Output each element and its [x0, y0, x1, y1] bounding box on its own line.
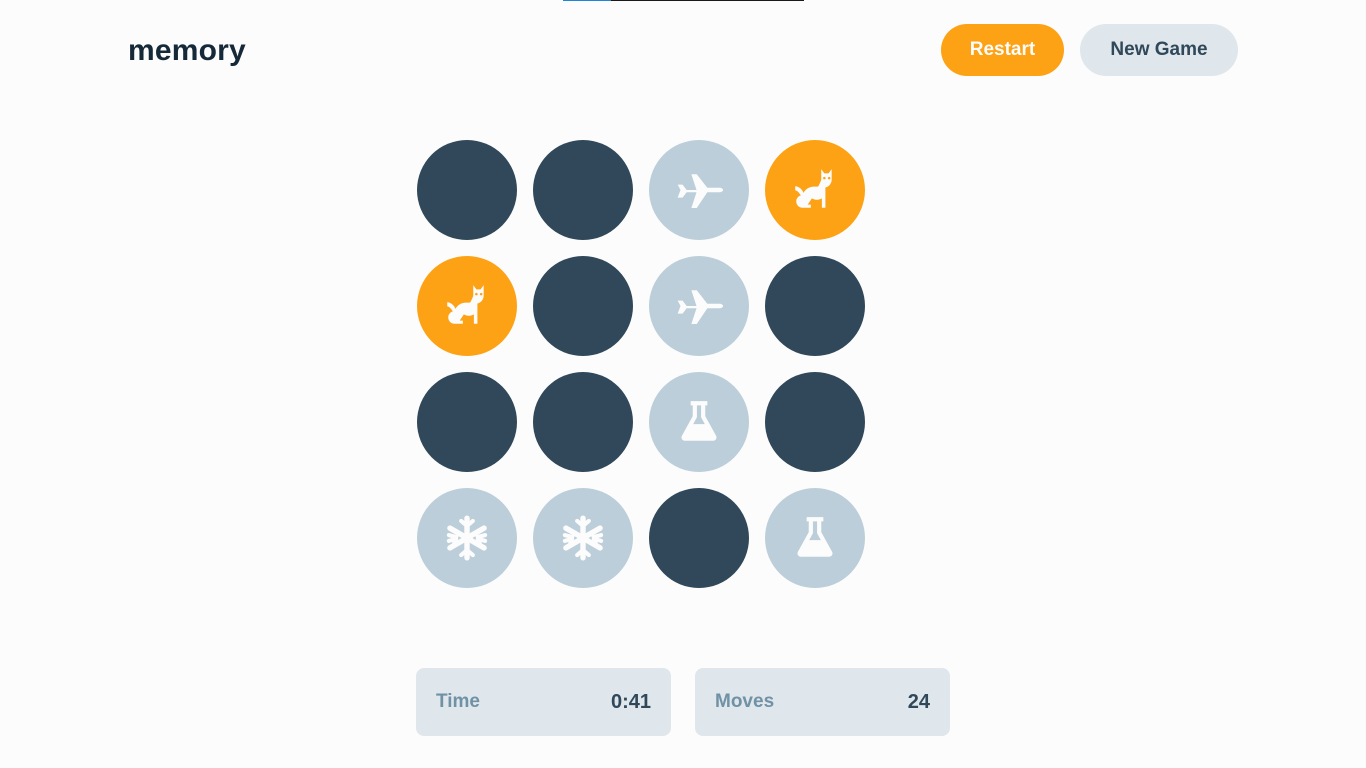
game-tile[interactable] [765, 256, 865, 356]
cat-icon [790, 165, 840, 215]
restart-button[interactable]: Restart [941, 24, 1064, 76]
game-tile[interactable] [417, 488, 517, 588]
game-tile[interactable] [417, 140, 517, 240]
game-tile[interactable] [649, 488, 749, 588]
cat-icon [442, 281, 492, 331]
game-tile[interactable] [765, 488, 865, 588]
game-tile[interactable] [649, 256, 749, 356]
moves-stat: Moves 24 [695, 668, 950, 736]
game-tile[interactable] [533, 256, 633, 356]
game-board [417, 140, 865, 588]
game-tile[interactable] [533, 372, 633, 472]
snowflake-icon [442, 513, 492, 563]
time-value: 0:41 [610, 690, 651, 713]
flask-icon [790, 513, 840, 563]
loading-progress-bar [563, 0, 804, 1]
moves-value: 24 [907, 690, 930, 713]
game-tile[interactable] [417, 372, 517, 472]
game-tile[interactable] [649, 140, 749, 240]
flask-icon [674, 397, 724, 447]
game-tile[interactable] [649, 372, 749, 472]
game-tile[interactable] [533, 140, 633, 240]
time-stat: Time 0:41 [416, 668, 671, 736]
game-tile[interactable] [417, 256, 517, 356]
snowflake-icon [558, 513, 608, 563]
game-tile[interactable] [765, 140, 865, 240]
loading-progress-fill [563, 0, 612, 1]
time-label: Time [436, 691, 481, 712]
new-game-button[interactable]: New Game [1080, 24, 1238, 76]
moves-label: Moves [715, 691, 775, 712]
app-logo: memory [128, 34, 246, 67]
game-tile[interactable] [765, 372, 865, 472]
game-tile[interactable] [533, 488, 633, 588]
plane-icon [672, 163, 726, 217]
plane-icon [672, 279, 726, 333]
